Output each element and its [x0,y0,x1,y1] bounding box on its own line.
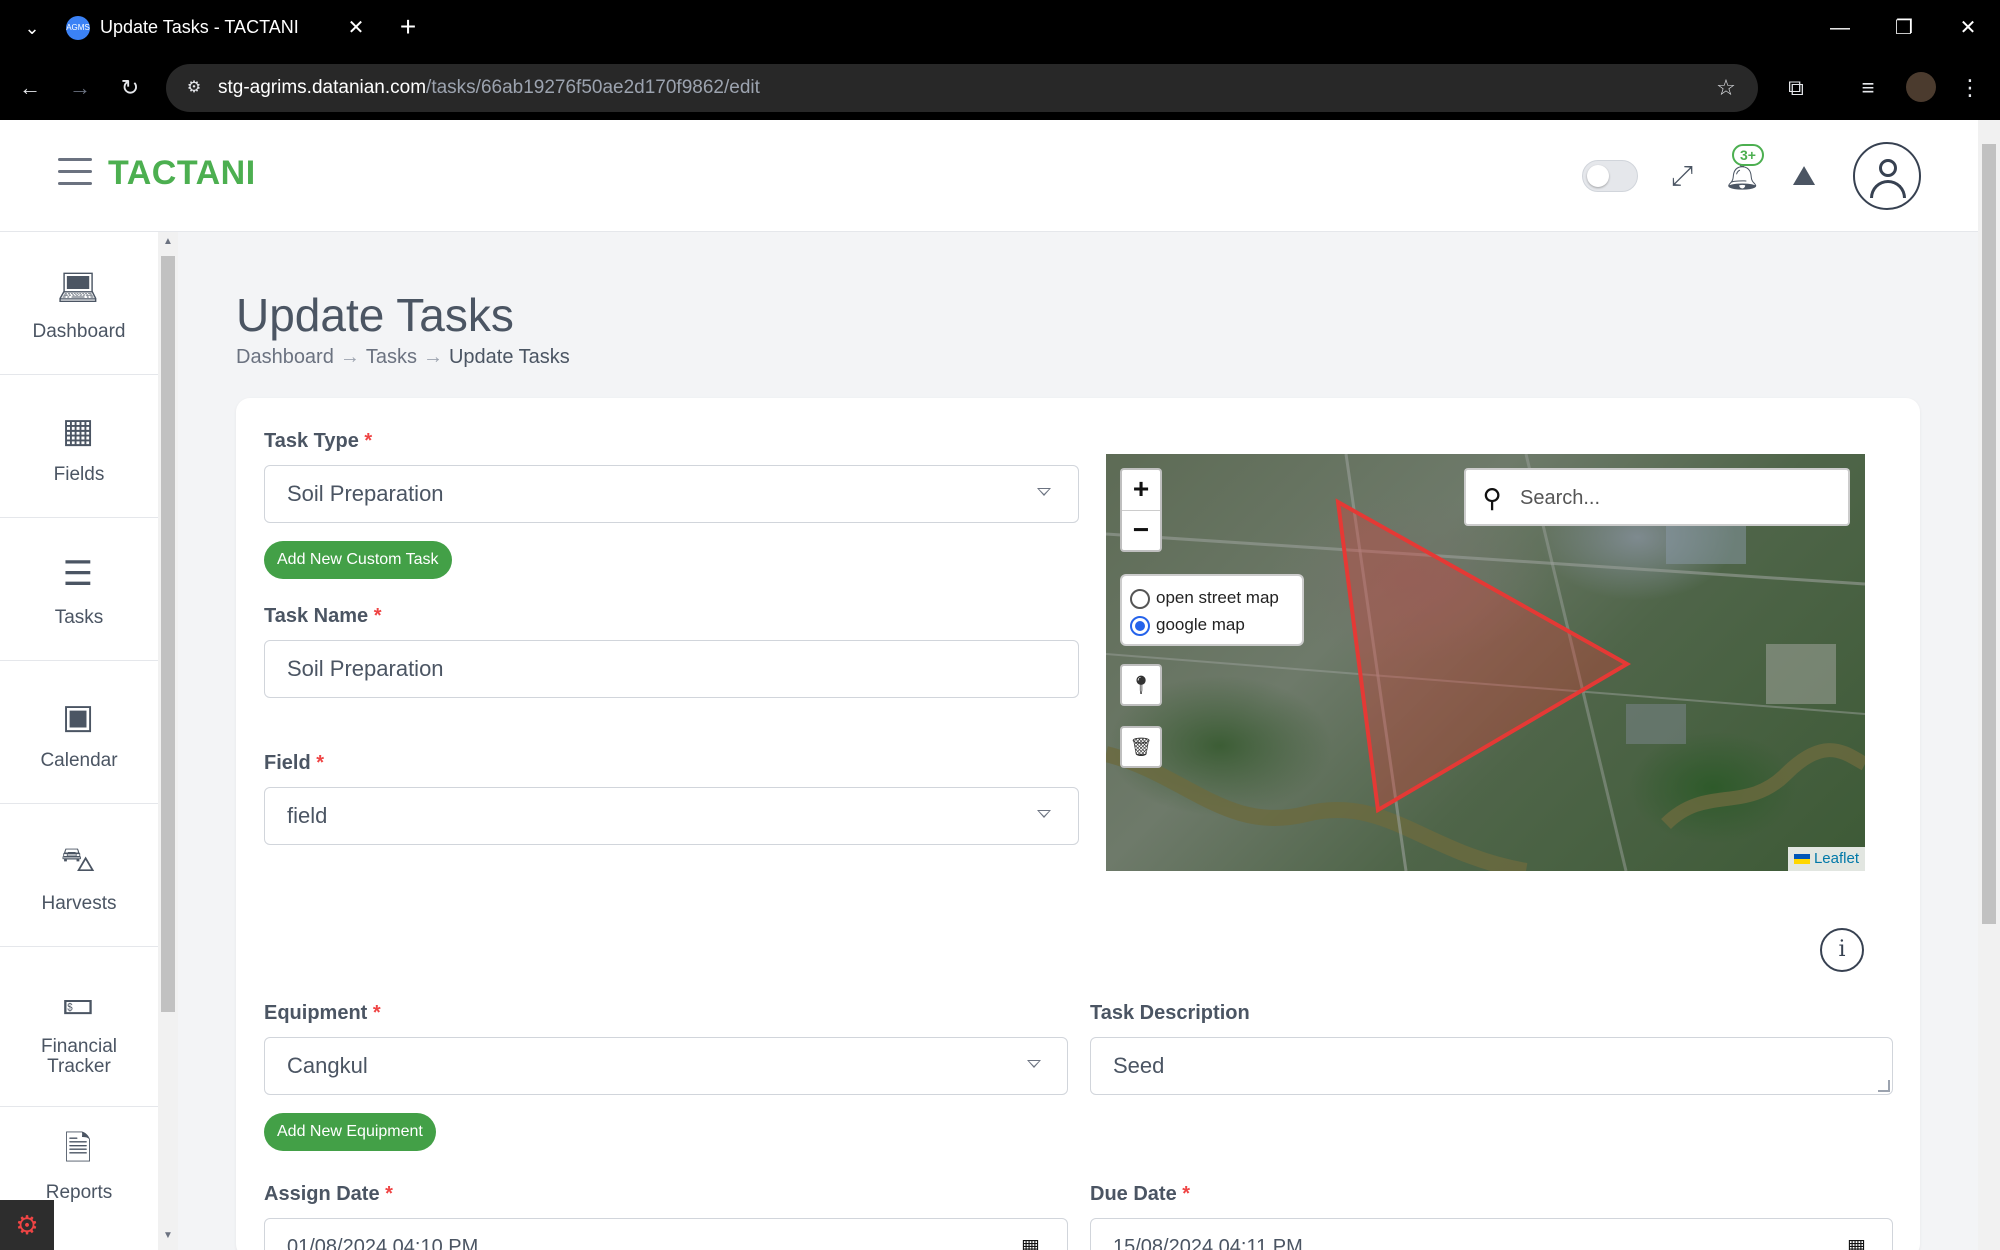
money-icon: 💵︎ [62,984,94,1022]
media-control-icon[interactable]: ≡ [1850,70,1886,106]
add-custom-task-button[interactable]: Add New Custom Task [264,541,452,579]
task-description-textarea[interactable]: Seed [1090,1037,1893,1095]
due-date-input[interactable]: 15/08/2024 04:11 PM ▦ [1090,1218,1893,1250]
zoom-in-button[interactable]: + [1122,470,1160,510]
browser-profile-avatar[interactable] [1906,72,1936,102]
url-text[interactable]: stg-agrims.datanian.com/tasks/66ab19276f… [218,77,760,99]
hamburger-icon[interactable] [58,158,92,188]
add-equipment-button[interactable]: Add New Equipment [264,1113,436,1151]
chevron-down-icon [1037,488,1051,496]
google-radio[interactable] [1130,616,1150,636]
search-icon[interactable]: ⚲ [1476,482,1508,514]
assign-date-label: Assign Date * [264,1183,393,1205]
user-icon[interactable] [1853,142,1921,210]
trash-icon[interactable]: 🗑︎ [1120,726,1162,768]
forward-icon[interactable]: → [62,70,98,106]
chevron-down-icon [1037,810,1051,818]
extensions-icon[interactable]: ⧉ [1778,70,1814,106]
equipment-label: Equipment * [264,1002,381,1024]
breadcrumb: Dashboard → Tasks → Update Tasks [236,346,570,368]
sidebar-scrollbar[interactable]: ▲ ▼ [158,232,178,1250]
task-description-label: Task Description [1090,1002,1250,1024]
due-date-label: Due Date * [1090,1183,1191,1205]
calendar-picker-icon[interactable]: ▦ [1847,1219,1866,1250]
osm-radio[interactable] [1130,589,1150,609]
chevron-down-icon [1027,1060,1041,1068]
field-select[interactable]: field [264,787,1079,845]
map-search: ⚲ [1464,468,1850,526]
map-marker-icon[interactable]: 📍︎ [1120,664,1162,706]
calendar-icon: ▣ [61,698,95,736]
assign-date-input[interactable]: 01/08/2024 04:10 PM ▦ [264,1218,1068,1250]
tasks-icon: ☰ [62,555,94,593]
bookmark-star-icon[interactable]: ☆ [1712,74,1740,102]
map-icon[interactable]: ⛰ [1784,156,1824,196]
browser-tab-bar: ⌄ AGMS Update Tasks - TACTANI ✕ + — ❐ ✕ [0,0,2000,56]
breadcrumb-current: Update Tasks [448,346,570,368]
favicon-icon: AGMS [66,16,90,40]
address-bar[interactable]: ⚙ stg-agrims.datanian.com/tasks/66ab1927… [166,64,1758,112]
task-type-select[interactable]: Soil Preparation [264,465,1079,523]
reload-icon[interactable]: ↻ [112,70,148,106]
sidebar-item-fields[interactable]: ▦ Fields [0,375,158,518]
sidebar-item-harvests[interactable]: ⛍ Harvests [0,804,158,947]
browser-nav-bar: ← → ↻ ⚙ stg-agrims.datanian.com/tasks/66… [0,56,2000,120]
debug-bar-icon[interactable]: ⚙ [0,1200,54,1250]
fullscreen-icon[interactable]: ⤢ [1662,156,1702,196]
field-label: Field * [264,752,325,774]
brand-logo: TACTANI [108,154,256,192]
layer-option-google[interactable]: google map [1128,611,1296,638]
resize-grip-icon[interactable] [1878,1080,1890,1092]
task-name-input[interactable]: Soil Preparation [264,640,1079,698]
basket-icon: ⛍ [60,841,96,879]
sidebar-item-dashboard[interactable]: 💻︎ Dashboard [0,232,158,375]
restore-icon[interactable]: ❐ [1882,10,1926,46]
breadcrumb-tasks[interactable]: Tasks [366,346,417,368]
new-tab-icon[interactable]: + [392,12,424,44]
info-icon[interactable]: i [1820,928,1864,972]
field-icon: ▦ [61,412,95,450]
breadcrumb-dashboard[interactable]: Dashboard [236,346,334,368]
sidebar-item-financial-tracker[interactable]: 💵︎ Financial Tracker [0,947,158,1107]
sidebar-item-calendar[interactable]: ▣ Calendar [0,661,158,804]
theme-toggle[interactable] [1582,160,1638,192]
tab-search-icon[interactable]: ⌄ [18,14,46,42]
layer-option-osm[interactable]: open street map [1128,584,1296,611]
laptop-icon: 💻︎ [56,269,100,307]
browser-tab[interactable]: AGMS Update Tasks - TACTANI ✕ [50,0,376,56]
equipment-select[interactable]: Cangkul [264,1037,1068,1095]
map-zoom-control: + − [1120,468,1162,552]
field-map[interactable]: + − open street map google map 📍︎ 🗑︎ ⚲ L… [1106,454,1865,871]
page-title: Update Tasks [236,289,514,341]
report-icon: 🗎 [64,1130,92,1168]
back-icon[interactable]: ← [12,70,48,106]
zoom-out-button[interactable]: − [1122,510,1160,550]
task-type-label: Task Type * [264,430,373,452]
tab-close-icon[interactable]: ✕ [342,14,370,42]
page-scrollbar[interactable] [1978,120,2000,1250]
calendar-picker-icon[interactable]: ▦ [1021,1219,1040,1250]
minimize-icon[interactable]: — [1818,10,1862,46]
tab-title: Update Tasks - TACTANI [100,17,299,37]
sidebar: 💻︎ Dashboard ▦ Fields ☰ Tasks ▣ Calendar… [0,232,158,1250]
notification-badge: 3+ [1732,144,1764,166]
ukraine-flag-icon [1793,854,1810,865]
site-info-icon[interactable]: ⚙ [182,76,206,100]
browser-menu-icon[interactable]: ⋮ [1952,70,1988,106]
field-polygon [1335,498,1632,814]
task-name-label: Task Name * [264,605,382,627]
map-search-input[interactable] [1520,484,1840,512]
sidebar-item-tasks[interactable]: ☰ Tasks [0,518,158,661]
map-attribution[interactable]: Leaflet [1787,847,1865,871]
map-layer-control: open street map google map [1120,574,1304,646]
window-close-icon[interactable]: ✕ [1946,10,1990,46]
app-header: TACTANI ⤢ 🔔︎ 3+ ⛰ [0,120,1978,232]
